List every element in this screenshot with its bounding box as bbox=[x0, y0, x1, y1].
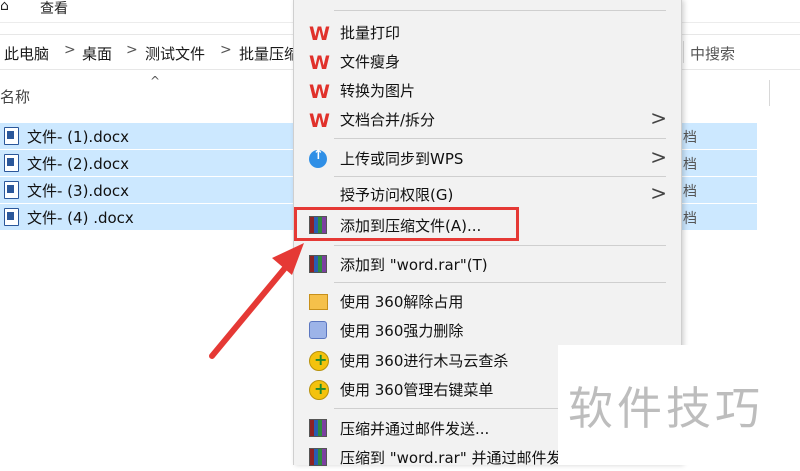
search-input[interactable]: 中搜索 bbox=[690, 43, 735, 64]
breadcrumb-desktop[interactable]: 桌面 bbox=[82, 43, 112, 64]
winrar-icon bbox=[309, 419, 327, 437]
menu-item-view[interactable]: 查看 bbox=[40, 0, 68, 18]
file-type: 档 bbox=[683, 130, 697, 146]
breadcrumb-separator[interactable]: > bbox=[64, 42, 76, 58]
file-type: 档 bbox=[683, 211, 697, 227]
breadcrumb-test-folder[interactable]: 测试文件 bbox=[145, 43, 205, 64]
menu-separator bbox=[334, 138, 666, 139]
wps-icon: W bbox=[309, 110, 330, 132]
search-divider bbox=[683, 41, 684, 63]
menu-item-label: 转换为图片 bbox=[340, 82, 416, 100]
menu-item-label: 文档合并/拆分 bbox=[340, 111, 436, 129]
menu-item-home[interactable]: ⌂ bbox=[0, 0, 9, 14]
chevron-right-icon: > bbox=[650, 181, 667, 205]
column-header-name[interactable]: 名称 bbox=[0, 86, 30, 107]
menu-item-label: 压缩并通过邮件发送... bbox=[340, 420, 490, 438]
chevron-right-icon: > bbox=[650, 145, 667, 169]
word-doc-icon bbox=[4, 127, 19, 145]
menu-item-label: 使用 360强力删除 bbox=[340, 322, 464, 340]
word-doc-icon bbox=[4, 181, 19, 199]
breadcrumb-this-pc[interactable]: 此电脑 bbox=[4, 43, 49, 64]
breadcrumb-separator[interactable]: > bbox=[126, 42, 138, 58]
360-shred-icon bbox=[309, 321, 327, 339]
menu-item-batch-print[interactable]: W 批量打印 bbox=[294, 18, 681, 46]
watermark-text: 软件技巧 bbox=[568, 382, 765, 435]
winrar-icon bbox=[309, 255, 327, 273]
breadcrumb-batch-compress[interactable]: 批量压缩 bbox=[239, 43, 299, 64]
menu-separator bbox=[334, 245, 666, 246]
file-name: 文件- (1).docx bbox=[27, 128, 130, 146]
360-menu-icon bbox=[309, 379, 329, 400]
word-doc-icon bbox=[4, 154, 19, 172]
menu-separator bbox=[334, 10, 666, 11]
winrar-icon bbox=[309, 448, 327, 466]
menu-item-label: 添加到压缩文件(A)... bbox=[340, 217, 482, 235]
winrar-icon bbox=[309, 216, 327, 234]
menu-item-grant-access[interactable]: 授予访问权限(G) > bbox=[294, 180, 681, 208]
menu-item-label: 使用 360管理右键菜单 bbox=[340, 381, 494, 399]
wps-icon: W bbox=[309, 81, 330, 103]
menu-item-add-to-word-rar[interactable]: 添加到 "word.rar"(T) bbox=[294, 250, 681, 278]
menu-item-360-shred[interactable]: 使用 360强力删除 bbox=[294, 316, 681, 344]
360-scan-icon bbox=[309, 350, 329, 371]
menu-item-label: 文件瘦身 bbox=[340, 53, 401, 71]
menu-item-slim-file[interactable]: W 文件瘦身 bbox=[294, 47, 681, 75]
menu-item-360-unlock[interactable]: 使用 360解除占用 bbox=[294, 287, 681, 315]
file-type: 档 bbox=[683, 184, 697, 200]
chevron-right-icon: > bbox=[650, 106, 667, 130]
sort-arrow-icon: ^ bbox=[150, 74, 161, 88]
wps-icon: W bbox=[309, 52, 330, 74]
file-name: 文件- (2).docx bbox=[27, 155, 130, 173]
menu-separator bbox=[334, 176, 666, 177]
wps-icon: W bbox=[309, 23, 330, 45]
menu-item-add-to-archive[interactable]: 添加到压缩文件(A)... bbox=[294, 207, 681, 241]
file-name: 文件- (3).docx bbox=[27, 182, 130, 200]
menu-item-upload-wps[interactable]: 上传或同步到WPS > bbox=[294, 144, 681, 172]
menu-separator bbox=[334, 282, 666, 283]
menu-item-label: 添加到 "word.rar"(T) bbox=[340, 256, 488, 274]
menu-item-label: 使用 360解除占用 bbox=[340, 293, 464, 311]
menu-item-label: 批量打印 bbox=[340, 24, 401, 42]
file-name: 文件- (4) .docx bbox=[27, 209, 134, 227]
file-type: 档 bbox=[683, 157, 697, 173]
cloud-upload-icon bbox=[309, 148, 327, 168]
menu-item-label: 上传或同步到WPS bbox=[340, 150, 464, 168]
column-divider[interactable] bbox=[769, 80, 770, 106]
menu-item-merge-split[interactable]: W 文档合并/拆分 > bbox=[294, 105, 681, 133]
word-doc-icon bbox=[4, 208, 19, 226]
360-unlock-icon bbox=[309, 294, 328, 310]
menu-item-convert-to-image[interactable]: W 转换为图片 bbox=[294, 76, 681, 104]
menu-item-label: 使用 360进行木马云查杀 bbox=[340, 352, 509, 370]
breadcrumb-separator[interactable]: > bbox=[220, 42, 232, 58]
menu-item-label: 授予访问权限(G) bbox=[340, 186, 454, 204]
